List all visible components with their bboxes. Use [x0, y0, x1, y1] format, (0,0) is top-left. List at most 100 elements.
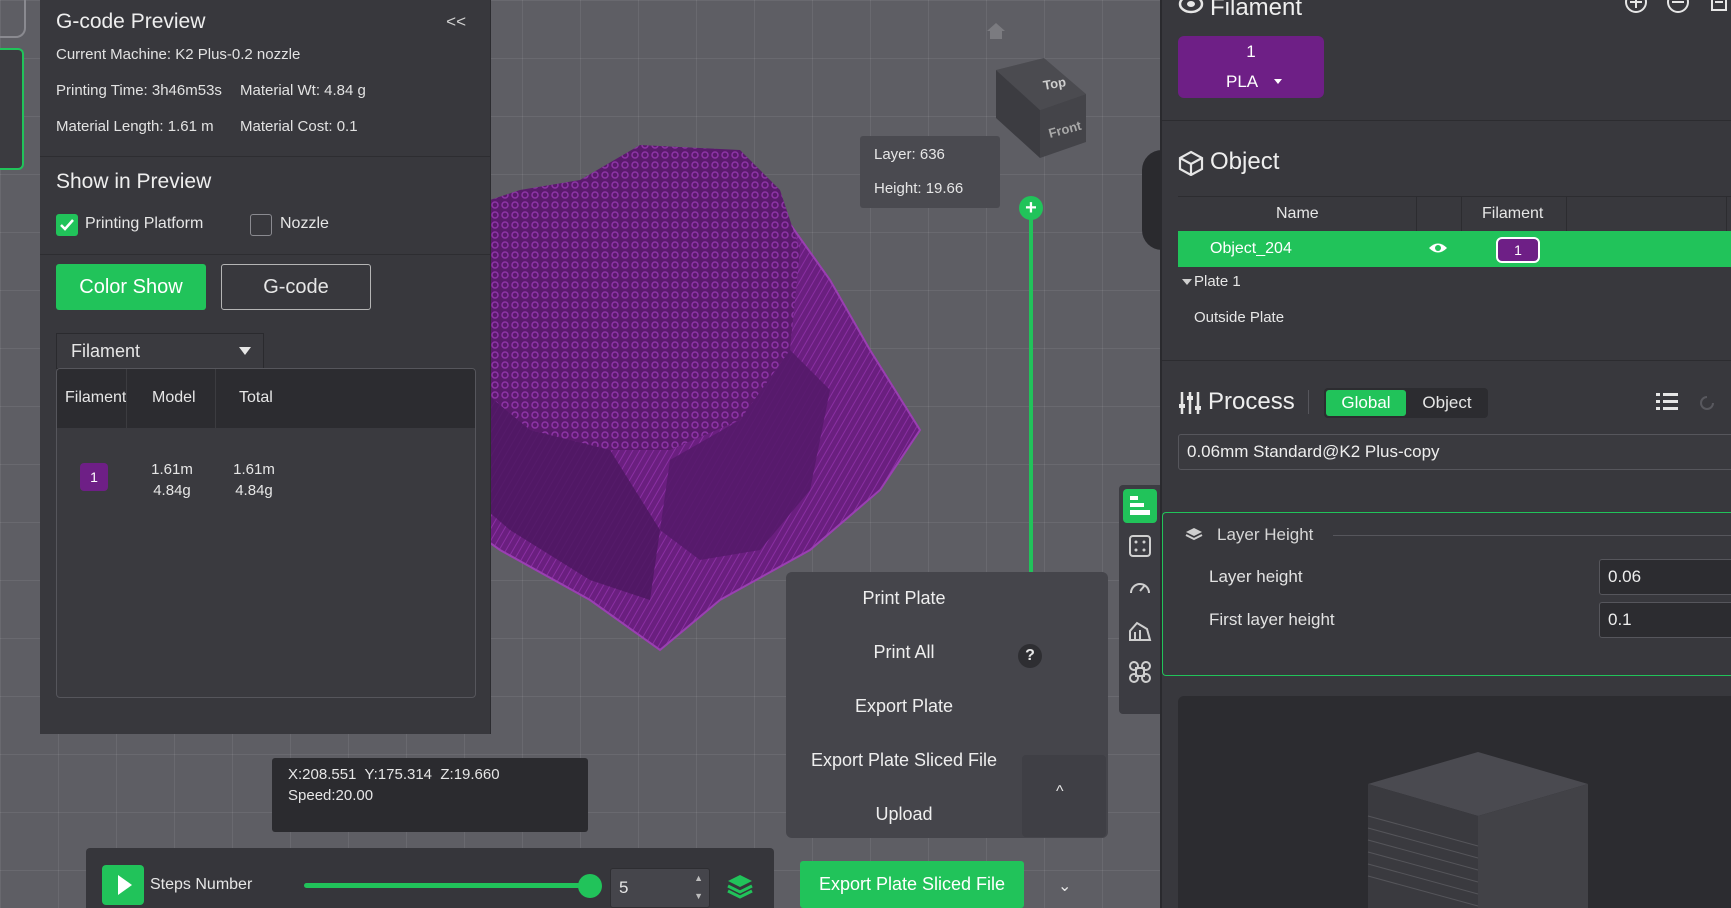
filament-type: PLA [1226, 72, 1259, 91]
filament-settings-icon[interactable] [1710, 0, 1728, 12]
chevron-down-icon [239, 347, 251, 355]
header-model: Model [152, 389, 196, 406]
list-view-icon[interactable] [1656, 392, 1678, 412]
menu-item-print-all[interactable]: Print All [786, 642, 1022, 663]
nozzle-label: Nozzle [280, 215, 329, 232]
process-section-title: Process [1208, 388, 1295, 415]
steps-stepper[interactable]: 5 ▲ ▼ [610, 868, 710, 908]
divider [215, 369, 216, 428]
process-sliders-icon [1179, 392, 1201, 414]
group-title: Layer Height [1217, 525, 1314, 544]
filament-usage-table: Filament Model Total 1 1.61m 4.84g 1.61m… [56, 368, 476, 698]
menu-item-upload[interactable]: Upload [786, 804, 1022, 825]
preset-value: 0.06mm Standard@K2 Plus-copy [1187, 442, 1440, 461]
steps-number-label: Steps Number [150, 876, 253, 893]
playback-bar: Steps Number 5 ▲ ▼ [86, 848, 774, 908]
printing-time: Printing Time: 3h46m53s [56, 82, 222, 99]
printing-platform-checkbox[interactable] [56, 214, 78, 236]
xyz-readout: X:208.551 Y:175.314 Z:19.660 [288, 766, 500, 783]
material-weight: Material Wt: 4.84 g [240, 82, 366, 99]
menu-item-print-plate[interactable]: Print Plate [786, 588, 1022, 609]
view-cube[interactable]: Top Front [990, 58, 1090, 158]
chevron-up-icon: ^ [1056, 783, 1064, 800]
tab-global[interactable]: Global [1326, 390, 1406, 416]
help-icon[interactable]: ? [1018, 644, 1042, 668]
current-machine: Current Machine: K2 Plus-0.2 nozzle [56, 46, 301, 63]
layer-height-input[interactable]: 0.06 [1599, 559, 1731, 595]
divider [1461, 197, 1462, 231]
preview-toolbar [1119, 485, 1161, 714]
first-layer-height-input[interactable]: 0.1 [1599, 602, 1731, 638]
divider [40, 254, 490, 255]
export-dropdown-caret-icon[interactable]: ⌄ [1058, 876, 1071, 896]
total-usage: 1.61m 4.84g [219, 459, 289, 501]
filament-color-chip: 1 [80, 463, 108, 491]
add-filament-icon[interactable] [1624, 0, 1648, 14]
tree-item-outside-plate[interactable]: Outside Plate [1194, 309, 1284, 326]
tab-object[interactable]: Object [1408, 390, 1486, 416]
speed-gauge-icon[interactable] [1123, 571, 1157, 605]
layer-slider-track[interactable] [1029, 208, 1033, 622]
divider [1162, 120, 1731, 121]
object-row-selected[interactable]: Object_204 1 [1178, 231, 1731, 267]
object-name: Object_204 [1210, 240, 1292, 257]
tree-item-plate-1[interactable]: Plate 1 [1194, 273, 1241, 290]
stepper-down-icon[interactable]: ▼ [694, 891, 703, 901]
divider [1416, 197, 1417, 231]
layers-icon[interactable] [726, 872, 754, 900]
object-list: Name Filament Object_204 1 Plate 1 Outsi… [1178, 196, 1731, 339]
layer-height-label: Layer height [1209, 567, 1303, 586]
steps-slider-track[interactable] [304, 883, 588, 888]
material-length: Material Length: 1.61 m [56, 118, 214, 135]
home-view-icon[interactable] [986, 22, 1006, 40]
command-icon[interactable] [1123, 655, 1157, 689]
first-layer-height-label: First layer height [1209, 610, 1335, 629]
support-painting-icon[interactable] [1123, 613, 1157, 647]
first-layer-height-value: 0.1 [1608, 610, 1632, 629]
cursor-coordinates: X:208.551 Y:175.314 Z:19.660 Speed:20.00 [272, 758, 588, 832]
total-weight: 4.84g [235, 482, 273, 499]
filament-slot-number: 1 [1246, 42, 1256, 61]
layers-view-icon[interactable] [1123, 489, 1157, 523]
tree-expand-icon[interactable] [1182, 279, 1192, 285]
object-filament-chip[interactable]: 1 [1496, 237, 1540, 263]
filament-slot-1[interactable]: 1 PLA [1178, 36, 1324, 98]
view-type-dropdown[interactable]: Filament [56, 333, 264, 369]
show-in-preview-title: Show in Preview [56, 170, 212, 193]
play-button[interactable] [102, 865, 144, 905]
layer-height-value: 0.06 [1608, 567, 1642, 586]
left-edge-tab-top[interactable] [0, 0, 26, 38]
menu-item-export-plate-sliced-file[interactable]: Export Plate Sliced File [786, 750, 1022, 771]
nozzle-checkbox[interactable] [250, 214, 272, 236]
collapse-menu-button[interactable]: ^ [1022, 755, 1106, 837]
steps-slider-handle[interactable] [578, 874, 602, 898]
stepper-up-icon[interactable]: ▲ [694, 873, 703, 883]
divider [1162, 360, 1731, 361]
gcode-button[interactable]: G-code [221, 264, 371, 310]
menu-item-export-plate[interactable]: Export Plate [786, 696, 1022, 717]
sidebar-collapse-handle[interactable] [1142, 150, 1162, 250]
header-name: Name [1276, 205, 1319, 222]
object-section-title: Object [1210, 148, 1280, 175]
filament-spool-icon [1178, 0, 1204, 14]
panel-title: G-code Preview [56, 10, 206, 33]
process-preset-select[interactable]: 0.06mm Standard@K2 Plus-copy [1178, 434, 1731, 470]
stacked-layers-image [1367, 752, 1588, 908]
remove-filament-icon[interactable] [1666, 0, 1690, 14]
layer-slider-handle[interactable]: + [1019, 196, 1043, 220]
bounding-box-icon[interactable] [1123, 529, 1157, 563]
divider [1726, 197, 1727, 231]
reset-icon[interactable] [1698, 394, 1716, 412]
divider [1308, 390, 1309, 414]
export-plate-sliced-file-button[interactable]: Export Plate Sliced File [800, 861, 1024, 908]
steps-value: 5 [619, 878, 629, 897]
left-edge-tab[interactable] [0, 48, 24, 170]
total-length: 1.61m [233, 461, 275, 478]
visibility-eye-icon[interactable] [1428, 241, 1448, 255]
object-list-header: Name Filament [1178, 197, 1731, 232]
divider [1333, 535, 1731, 536]
dropdown-value: Filament [71, 341, 141, 361]
color-show-button[interactable]: Color Show [56, 264, 206, 310]
layer-height: Height: 19.66 [874, 180, 964, 197]
collapse-panel-button[interactable]: << [446, 12, 466, 32]
